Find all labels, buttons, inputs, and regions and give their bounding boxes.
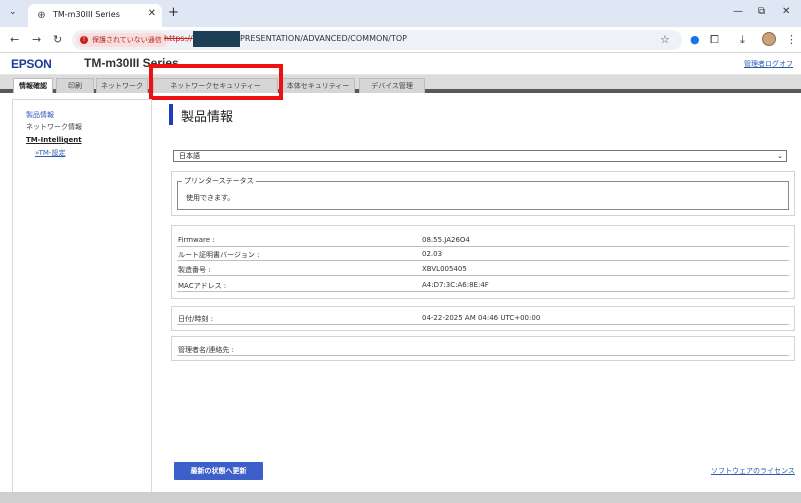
highlight-annotation — [149, 64, 283, 100]
refresh-button[interactable]: 最新の状態へ更新 — [174, 462, 263, 480]
printer-status-box: プリンターステータス 使用できます。 — [171, 171, 795, 216]
datetime-key: 日付/時刻 : — [178, 315, 213, 323]
software-license-link[interactable]: ソフトウェアのライセンス — [711, 466, 795, 476]
datetime-box: 日付/時刻 : 04-22-2025 AM 04:46 UTC+00:00 — [171, 306, 795, 331]
sidebar-item-tm-settings[interactable]: »TM-設定 — [35, 148, 65, 158]
datetime-value: 04-22-2025 AM 04:46 UTC+00:00 — [422, 314, 541, 322]
info-value: 08.55.JA26O4 — [422, 236, 470, 244]
site-header: EPSON TM-m30III Series 管理者ログオフ — [0, 53, 801, 75]
main-menu: 情報確認 印刷 ネットワーク ネットワークセキュリティー 本体セキュリティー デ… — [0, 75, 801, 93]
sidebar-item-network-info[interactable]: ネットワーク情報 — [26, 122, 82, 132]
info-key: ルート証明書バージョン : — [178, 251, 260, 259]
tab-info[interactable]: 情報確認 — [13, 78, 53, 93]
table-row: 製造番号 : XBVL005405 — [177, 263, 789, 276]
redacted-host — [193, 31, 240, 47]
info-key: 製造番号 : — [178, 266, 211, 274]
admin-box: 管理者名/連絡先 : — [171, 336, 795, 361]
browser-tab-strip: ⌄ ⊕ TM-m30III Series ✕ + — ⧉ ✕ — [0, 0, 801, 27]
minimize-icon[interactable]: — — [733, 6, 743, 17]
device-info-box: Firmware : 08.55.JA26O4 ルート証明書バージョン : 02… — [171, 225, 795, 299]
tab-close-icon[interactable]: ✕ — [148, 8, 156, 19]
chevron-down-icon: ⌄ — [777, 152, 783, 160]
tab-device-security[interactable]: 本体セキュリティー — [281, 78, 355, 93]
sidebar: 製品情報 ネットワーク情報 TM-Intelligent »TM-設定 — [12, 99, 152, 494]
admin-logoff-link[interactable]: 管理者ログオフ — [744, 59, 793, 69]
browser-tab[interactable]: ⊕ TM-m30III Series ✕ — [28, 4, 162, 27]
profile-avatar[interactable] — [762, 32, 776, 46]
browser-toolbar: ← → ↻ ! 保護されていない通信 https:// PRESENTATION… — [0, 27, 801, 53]
footer-bar — [0, 492, 801, 503]
table-row: 日付/時刻 : 04-22-2025 AM 04:46 UTC+00:00 — [177, 312, 789, 325]
more-menu-icon[interactable]: ⋮ — [786, 33, 797, 46]
tab-network[interactable]: ネットワーク — [96, 78, 148, 93]
info-key: Firmware : — [178, 236, 215, 244]
address-bar[interactable]: ! 保護されていない通信 https:// PRESENTATION/ADVAN… — [72, 30, 682, 50]
restore-icon[interactable]: ⧉ — [758, 6, 765, 17]
table-row: Firmware : 08.55.JA26O4 — [177, 234, 789, 247]
info-value: XBVL005405 — [422, 265, 467, 273]
url-path: PRESENTATION/ADVANCED/COMMON/TOP — [240, 34, 407, 43]
globe-icon: ⊕ — [37, 10, 46, 21]
info-key: MACアドレス : — [178, 282, 227, 290]
printer-status-fieldset: プリンターステータス 使用できます。 — [177, 176, 789, 210]
download-icon[interactable]: ⤓ — [740, 33, 745, 47]
close-window-icon[interactable]: ✕ — [782, 6, 790, 17]
warning-icon: ! — [80, 36, 88, 44]
reload-icon[interactable]: ↻ — [53, 33, 62, 46]
tab-search-chevron-icon[interactable]: ⌄ — [9, 7, 17, 17]
epson-logo: EPSON — [11, 57, 52, 71]
web-page: EPSON TM-m30III Series 管理者ログオフ 情報確認 印刷 ネ… — [0, 53, 801, 503]
language-select[interactable]: 日本語 ⌄ — [173, 150, 787, 162]
table-row: ルート証明書バージョン : 02.03 — [177, 248, 789, 261]
info-value: A4:D7:3C:A6:8E:4F — [422, 281, 489, 289]
extension-drop-icon[interactable]: ● — [690, 33, 700, 46]
table-row: MACアドレス : A4:D7:3C:A6:8E:4F — [177, 279, 789, 292]
info-value: 02.03 — [422, 250, 443, 258]
url-scheme: https:// — [164, 34, 193, 43]
printer-status-text: 使用できます。 — [186, 194, 235, 202]
security-warning-chip[interactable]: ! 保護されていない通信 — [76, 33, 168, 47]
title-accent-bar — [169, 104, 173, 125]
table-row: 管理者名/連絡先 : — [177, 343, 789, 356]
page-title: 製品情報 — [181, 110, 234, 125]
new-tab-button[interactable]: + — [168, 5, 179, 20]
language-select-value: 日本語 — [179, 152, 200, 160]
extensions-puzzle-icon[interactable]: ⧠ — [710, 33, 719, 47]
sidebar-item-product-info[interactable]: 製品情報 — [26, 110, 54, 120]
tab-device-management[interactable]: デバイス管理 — [359, 78, 425, 93]
tab-print[interactable]: 印刷 — [56, 78, 94, 93]
forward-icon[interactable]: → — [32, 33, 41, 46]
back-icon[interactable]: ← — [10, 33, 19, 46]
sidebar-item-tm-intelligent[interactable]: TM-Intelligent — [26, 136, 82, 144]
security-warning-text: 保護されていない通信 — [92, 36, 162, 44]
admin-key: 管理者名/連絡先 : — [178, 346, 234, 354]
bookmark-star-icon[interactable]: ☆ — [660, 33, 670, 46]
tab-title: TM-m30III Series — [53, 10, 120, 19]
printer-status-legend: プリンターステータス — [182, 176, 256, 186]
